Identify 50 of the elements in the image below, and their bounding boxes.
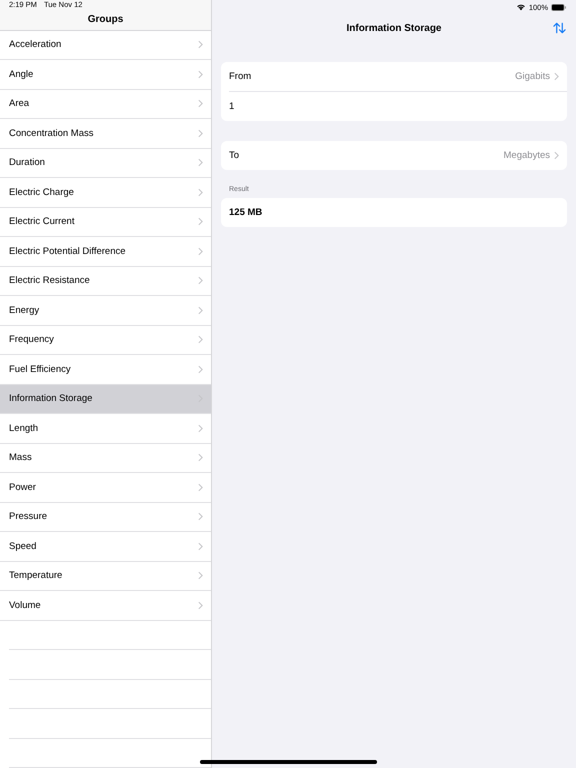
sidebar-item[interactable]: Pressure	[0, 502, 211, 532]
swap-icon[interactable]	[553, 22, 566, 34]
sidebar-item[interactable]: Speed	[0, 532, 211, 562]
chevron-icon	[198, 306, 203, 315]
sidebar-item[interactable]: Information Storage	[0, 384, 211, 414]
to-unit-row[interactable]: To Megabytes	[229, 141, 567, 170]
chevron-icon	[198, 70, 203, 79]
battery-icon	[551, 4, 567, 10]
chevron-icon	[198, 364, 203, 374]
sidebar-item[interactable]: Frequency	[0, 326, 211, 355]
chevron-icon	[198, 424, 203, 433]
chevron-icon	[198, 158, 203, 168]
sidebar-item[interactable]: Electric Current	[0, 208, 211, 237]
chevron-icon	[198, 335, 203, 344]
chevron-icon	[554, 151, 559, 160]
chevron-icon	[198, 246, 203, 256]
sidebar-item[interactable]: Volume	[0, 591, 211, 620]
sidebar-item[interactable]: Acceleration	[0, 30, 211, 60]
chevron-icon	[198, 542, 203, 551]
chevron-icon	[198, 217, 203, 226]
sidebar-item[interactable]: Power	[0, 473, 211, 502]
chevron-icon	[554, 72, 559, 81]
sidebar-item[interactable]: Length	[0, 414, 211, 444]
result-value: 125 MB	[229, 207, 264, 218]
chevron-icon	[198, 188, 203, 197]
sidebar-item[interactable]: Temperature	[0, 562, 211, 591]
chevron-icon	[198, 600, 203, 610]
sidebar-item[interactable]: Energy	[0, 296, 211, 326]
sidebar-title: Groups	[88, 14, 124, 26]
sidebar-item[interactable]: Electric Potential Difference	[0, 237, 211, 266]
sidebar-item[interactable]: Duration	[0, 148, 211, 178]
sidebar-item[interactable]: Concentration Mass	[0, 119, 211, 148]
sidebar-item[interactable]: Electric Resistance	[0, 266, 211, 296]
value-field[interactable]: 1	[229, 101, 559, 112]
chevron-icon	[198, 482, 203, 492]
sidebar-item[interactable]: Electric Charge	[0, 178, 211, 208]
detail-title: Information Storage	[346, 22, 442, 34]
chevron-icon	[198, 571, 203, 580]
from-label: From	[229, 71, 252, 82]
chevron-icon	[198, 128, 203, 138]
chevron-icon	[198, 40, 203, 50]
chevron-icon	[198, 276, 203, 286]
sidebar-item[interactable]: Angle	[0, 60, 211, 90]
chevron-icon	[198, 453, 203, 462]
wifi-icon	[516, 3, 526, 11]
sidebar-item[interactable]: Mass	[0, 444, 211, 473]
sidebar-item[interactable]: Area	[0, 90, 211, 119]
chevron-icon	[198, 512, 203, 522]
chevron-icon	[198, 99, 203, 108]
from-unit-row[interactable]: From Gigabits	[229, 62, 567, 91]
